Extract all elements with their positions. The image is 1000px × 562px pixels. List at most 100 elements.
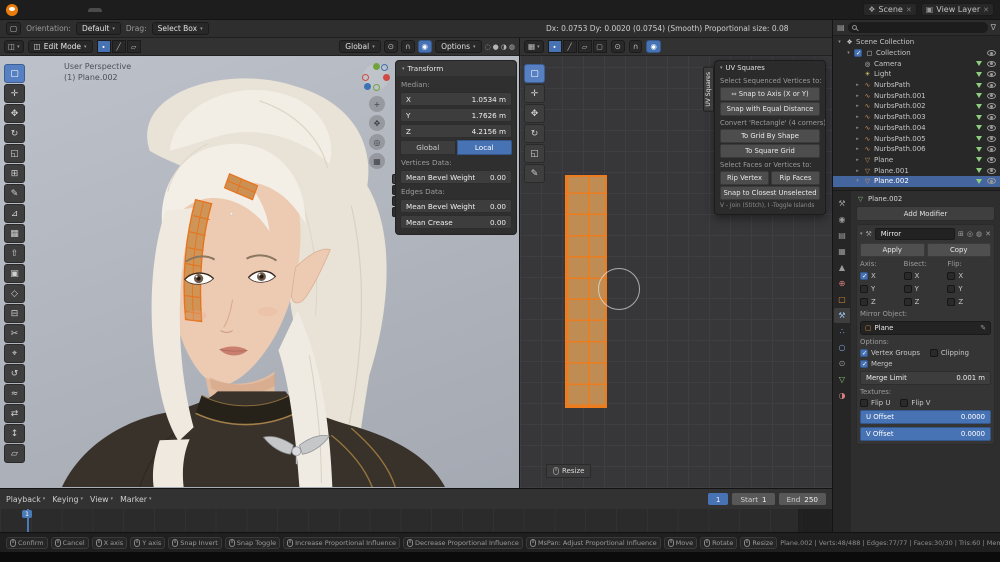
menu-item[interactable]	[22, 9, 30, 11]
visibility-toggle-icon[interactable]	[987, 136, 996, 142]
outliner-row[interactable]: ▸ ∿ NurbsPath.004	[833, 123, 1000, 134]
tool-spin[interactable]: ↺	[4, 364, 25, 383]
expand-icon[interactable]: ▸	[854, 146, 861, 152]
tab-object-data[interactable]: ▽	[834, 372, 850, 387]
mirror-flip-z-checkbox[interactable]: Z	[947, 297, 991, 307]
material-shading-icon[interactable]: ◑	[501, 43, 507, 51]
uv-tool-move[interactable]: ✥	[524, 104, 545, 123]
transport-button[interactable]	[434, 498, 438, 500]
tool-edge-slide[interactable]: ⇄	[4, 404, 25, 423]
frame-start-field[interactable]: Start1	[732, 493, 774, 505]
visibility-toggle-icon[interactable]	[987, 114, 996, 120]
outliner-row[interactable]: ▾ ❖ Scene Collection	[833, 37, 1000, 48]
viewport-menu-item[interactable]	[172, 46, 180, 48]
tool-knife[interactable]: ✂	[4, 324, 25, 343]
visibility-toggle-icon[interactable]	[987, 61, 996, 67]
tab-object[interactable]: ▢	[834, 292, 850, 307]
eyedropper-icon[interactable]: ✎	[980, 324, 986, 332]
tool-add-cube[interactable]: ▦	[4, 224, 25, 243]
flip-v-checkbox[interactable]: Flip V	[900, 399, 930, 407]
expand-icon[interactable]: ▸	[854, 168, 861, 174]
perspective-toggle-icon[interactable]: ▦	[369, 153, 385, 169]
mirror-object-field[interactable]: ▢ Plane ✎	[860, 321, 991, 335]
v-offset-slider[interactable]: V Offset0.0000	[860, 427, 991, 441]
median-x-field[interactable]: X1.0534 m	[400, 92, 512, 106]
uv-canvas[interactable]: ▢✛✥↻◱✎ UV Squares ▾ UV Squares Select Se…	[520, 56, 832, 488]
expand-icon[interactable]: ▸	[854, 93, 861, 99]
menu-item[interactable]	[32, 9, 40, 11]
uv-squares-panel-header[interactable]: ▾ UV Squares	[715, 61, 825, 75]
solid-shading-icon[interactable]: ●	[493, 43, 499, 51]
tool-measure[interactable]: ⊿	[4, 204, 25, 223]
edge-select-mode-button[interactable]: ╱	[112, 40, 126, 53]
expand-icon[interactable]: ▾	[845, 50, 852, 56]
tab-modifiers[interactable]: ⚒	[834, 308, 850, 323]
camera-view-icon[interactable]: ◎	[369, 134, 385, 150]
timeline-menu-item[interactable]: Playback▾	[6, 495, 45, 504]
mirror-flip-y-checkbox[interactable]: Y	[947, 284, 991, 294]
tool-scale[interactable]: ◱	[4, 144, 25, 163]
uv-pivot-dropdown[interactable]: ⊙	[611, 40, 625, 53]
tool-poly-build[interactable]: ⌖	[4, 344, 25, 363]
tab-scene[interactable]: ▲	[834, 260, 850, 275]
options-dropdown[interactable]: Options▾	[435, 40, 481, 53]
clipping-checkbox[interactable]: Clipping	[930, 349, 969, 357]
transport-button[interactable]	[426, 498, 430, 500]
mirror-axis-y-checkbox[interactable]: Y	[860, 284, 904, 294]
transport-button[interactable]	[402, 498, 406, 500]
playhead[interactable]: 1	[22, 510, 32, 518]
uv-snapping-toggle[interactable]: ∩	[629, 40, 643, 53]
zoom-icon[interactable]: +	[369, 96, 385, 112]
3d-viewport-canvas[interactable]: ▢✛✥↻◱⊞✎⊿▦⇧▣◇⊟✂⌖↺≈⇄↕▱ User Perspective (1…	[0, 56, 519, 488]
transform-panel-header[interactable]: ▾ Transform	[396, 61, 516, 76]
tool-rotate[interactable]: ↻	[4, 124, 25, 143]
expand-icon[interactable]: ▸	[854, 136, 861, 142]
menu-item[interactable]	[42, 9, 50, 11]
uv-tool-select-box[interactable]: ▢	[524, 64, 545, 83]
uv-tool-cursor[interactable]: ✛	[524, 84, 545, 103]
timeline-menu-item[interactable]: Keying▾	[52, 495, 83, 504]
tool-transform[interactable]: ⊞	[4, 164, 25, 183]
tab-output[interactable]: ▤	[834, 228, 850, 243]
drag-mode-dropdown[interactable]: Select Box▾	[152, 22, 209, 35]
render-display-icon[interactable]: ◍	[976, 230, 982, 238]
scene-unlink-icon[interactable]: ✕	[906, 6, 912, 14]
transform-orientation-dropdown[interactable]: Global▾	[339, 40, 380, 53]
visibility-toggle-icon[interactable]	[987, 82, 996, 88]
chevron-down-icon[interactable]: ▾	[860, 231, 863, 237]
uv-squares-sidebar-tab[interactable]: UV Squares	[703, 67, 714, 112]
timeline-menu-item[interactable]: View▾	[90, 495, 113, 504]
edge-bevel-weight-field[interactable]: Mean Bevel Weight0.00	[400, 199, 512, 213]
tool-move[interactable]: ✥	[4, 104, 25, 123]
timeline-menu-item[interactable]: Marker▾	[120, 495, 151, 504]
frame-end-field[interactable]: End250	[779, 493, 826, 505]
workspace-tab[interactable]	[178, 8, 192, 12]
filter-icon[interactable]: ∇	[991, 23, 996, 32]
tab-material[interactable]: ◑	[834, 388, 850, 403]
rip-vertex-button[interactable]: Rip Vertex	[720, 171, 769, 185]
menu-item[interactable]	[62, 9, 70, 11]
view-layer-selector[interactable]: ▣ View Layer ✕	[921, 3, 994, 16]
visibility-toggle-icon[interactable]	[987, 168, 996, 174]
vertex-bevel-weight-field[interactable]: Mean Bevel Weight0.00	[400, 170, 512, 184]
outliner-row[interactable]: ▾ ▢ Collection	[833, 48, 1000, 59]
workspace-tab[interactable]	[223, 8, 237, 12]
tool-bevel[interactable]: ◇	[4, 284, 25, 303]
workspace-tab[interactable]	[118, 8, 132, 12]
mirror-axis-z-checkbox[interactable]: Z	[860, 297, 904, 307]
tool-annotate[interactable]: ✎	[4, 184, 25, 203]
uv-tool-scale[interactable]: ◱	[524, 144, 545, 163]
tab-tool[interactable]: ⚒	[834, 196, 850, 211]
expand-icon[interactable]: ▾	[836, 39, 843, 45]
viewport-menu-item[interactable]	[163, 46, 171, 48]
uv-vertex-select-button[interactable]: ∙	[548, 40, 562, 53]
outliner-row[interactable]: ☀ Light	[833, 69, 1000, 80]
workspace-tab[interactable]	[163, 8, 177, 12]
viewport-menu-item[interactable]	[181, 46, 189, 48]
edit-mode-display-icon[interactable]: ⊞	[958, 230, 964, 238]
outliner-row[interactable]: ▸ ∿ NurbsPath.005	[833, 133, 1000, 144]
tab-physics[interactable]: ○	[834, 340, 850, 355]
median-z-field[interactable]: Z4.2156 m	[400, 124, 512, 138]
proportional-edit-toggle[interactable]: ◉	[418, 40, 433, 53]
tab-world[interactable]: ⊕	[834, 276, 850, 291]
